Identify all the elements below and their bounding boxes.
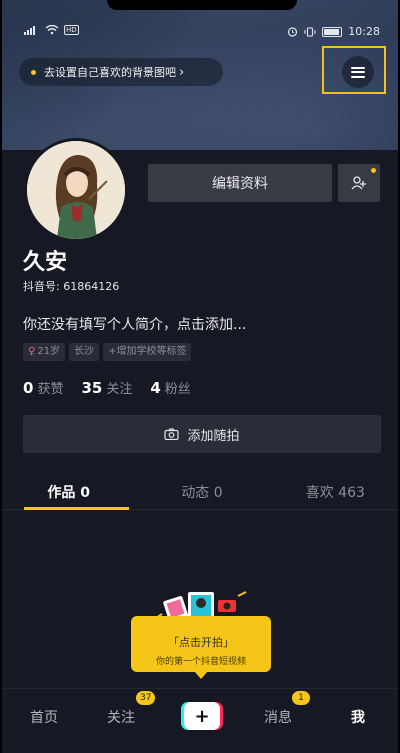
add-snap-button[interactable]: 添加随拍 bbox=[23, 415, 381, 453]
battery-icon bbox=[322, 26, 343, 37]
nav-me[interactable]: 我 bbox=[351, 707, 365, 727]
followers-label: 粉丝 bbox=[164, 382, 191, 397]
following-count: 35 bbox=[81, 379, 103, 397]
set-background-text: 去设置自己喜欢的背景图吧 bbox=[44, 66, 176, 79]
followers-count: 4 bbox=[150, 379, 161, 397]
add-snap-label: 添加随拍 bbox=[187, 428, 240, 444]
content-tabs: 作品 0 动态 0 喜欢 463 bbox=[2, 474, 398, 510]
menu-button[interactable] bbox=[342, 56, 374, 88]
tab-works[interactable]: 作品 0 bbox=[2, 474, 135, 510]
likes-stat[interactable]: 0 获赞 bbox=[23, 378, 63, 397]
add-school-tag[interactable]: +增加学校等标签 bbox=[103, 343, 192, 361]
start-shooting-prompt[interactable]: 「点击开拍」 你的第一个抖音短视频 bbox=[131, 616, 271, 679]
bottom-navigation: 首页 关注 37 + 消息 1 我 bbox=[2, 688, 398, 748]
notification-dot bbox=[371, 168, 376, 173]
likes-count: 0 bbox=[23, 379, 34, 397]
status-right: 10:28 bbox=[287, 25, 380, 38]
chevron-right-icon: › bbox=[179, 64, 185, 80]
create-video-button[interactable]: + bbox=[181, 702, 223, 730]
messages-badge: 1 bbox=[292, 691, 310, 705]
camera-notch bbox=[107, 0, 297, 10]
nav-home[interactable]: 首页 bbox=[30, 707, 58, 727]
status-left: HD bbox=[24, 25, 79, 35]
bio-text[interactable]: 你还没有填写个人简介，点击添加... bbox=[23, 314, 246, 334]
status-bar: HD 10:28 bbox=[2, 22, 398, 42]
female-icon: ♀ bbox=[28, 346, 36, 357]
username: 久安 bbox=[23, 250, 68, 275]
start-shooting-text: 「点击开拍」 bbox=[168, 636, 234, 649]
wifi-icon bbox=[45, 25, 59, 35]
hd-badge: HD bbox=[64, 25, 79, 35]
edit-profile-button[interactable]: 编辑资料 bbox=[148, 164, 332, 202]
following-label: 关注 bbox=[106, 382, 133, 397]
add-friend-button[interactable] bbox=[338, 164, 380, 202]
profile-stats: 0 获赞 35 关注 4 粉丝 bbox=[23, 378, 191, 397]
nav-following[interactable]: 关注 bbox=[107, 707, 135, 727]
tab-likes[interactable]: 喜欢 463 bbox=[269, 474, 398, 509]
first-video-text: 你的第一个抖音短视频 bbox=[155, 657, 246, 667]
avatar[interactable] bbox=[24, 138, 128, 242]
camera-icon bbox=[164, 428, 180, 440]
alarm-icon bbox=[288, 27, 298, 37]
city-tag[interactable]: 长沙 bbox=[69, 343, 100, 361]
set-background-prompt[interactable]: 去设置自己喜欢的背景图吧 › bbox=[19, 58, 223, 86]
age-tag[interactable]: ♀ 21岁 bbox=[23, 343, 66, 361]
hamburger-menu-icon bbox=[351, 66, 365, 78]
likes-label: 获赞 bbox=[37, 382, 64, 397]
signal-icon bbox=[24, 26, 35, 35]
clock: 10:28 bbox=[348, 25, 380, 38]
profile-screen: HD 10:28 去设置自己喜欢的背景图吧 › 编辑资料 久安 抖音号: 618… bbox=[0, 0, 400, 753]
age-text: 21岁 bbox=[37, 346, 61, 357]
avatar-image bbox=[27, 141, 125, 239]
following-badge: 37 bbox=[136, 691, 156, 705]
douyin-id: 抖音号: 61864126 bbox=[23, 280, 120, 293]
plus-icon: + bbox=[184, 702, 220, 730]
followers-stat[interactable]: 4 粉丝 bbox=[150, 378, 190, 397]
profile-tags: ♀ 21岁 长沙 +增加学校等标签 bbox=[23, 343, 192, 361]
vibrate-icon bbox=[304, 26, 316, 37]
following-stat[interactable]: 35 关注 bbox=[81, 378, 132, 397]
tab-dynamics[interactable]: 动态 0 bbox=[135, 474, 268, 509]
notification-dot bbox=[31, 69, 36, 75]
add-user-icon bbox=[351, 176, 366, 190]
nav-messages[interactable]: 消息 bbox=[264, 707, 292, 727]
